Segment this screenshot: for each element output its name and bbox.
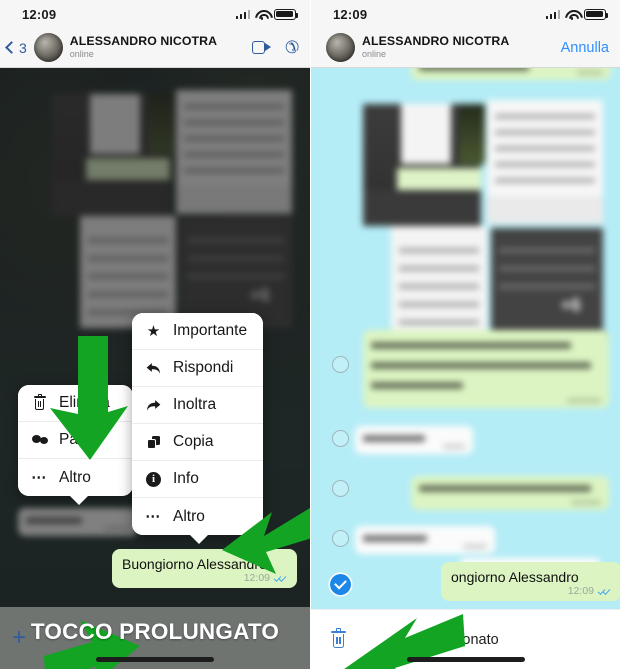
annotation-arrow-left-altro <box>216 498 310 580</box>
selected-check-icon[interactable] <box>330 574 351 595</box>
menu-item-label: Importante <box>173 322 248 339</box>
battery-icon <box>274 8 299 20</box>
left-chat-body: +6 Elimina <box>0 68 310 669</box>
menu-item-label: Altro <box>59 468 91 486</box>
left-status-icons <box>235 8 299 20</box>
menu-item-label: Inoltra <box>173 396 217 413</box>
menu-item-label: Info <box>173 470 199 487</box>
battery-icon <box>584 8 609 20</box>
right-chat-body: +6 ongiorno Alessandro 12:09 <box>311 68 620 669</box>
wifi-icon <box>565 9 579 20</box>
message-select-circle[interactable] <box>332 356 349 373</box>
contact-status: online <box>69 49 94 60</box>
right-phone-panel: 12:09 ALESSANDRO NICOTRA online Annulla <box>310 0 620 669</box>
menu-item-copia[interactable]: Copia <box>132 424 263 461</box>
right-blurred-message <box>411 476 609 510</box>
star-icon: ★ <box>146 322 161 340</box>
double-check-read-icon <box>597 586 613 596</box>
home-indicator <box>96 657 214 662</box>
left-header-actions: ✆ <box>251 38 299 57</box>
cancel-selection-button[interactable]: Annulla <box>561 40 609 56</box>
copy-icon <box>144 435 163 449</box>
right-status-bar: 12:09 <box>311 0 620 28</box>
cellular-signal-icon <box>545 9 560 19</box>
message-meta: 12:09 <box>568 585 613 597</box>
unread-count-badge: 3 <box>19 39 27 56</box>
menu-item-label: Altro <box>173 507 205 525</box>
menu-item-inoltra[interactable]: Inoltra <box>132 387 263 424</box>
right-blurred-media-collage: +6 <box>363 86 609 341</box>
video-call-icon[interactable] <box>251 41 271 54</box>
right-contact-info[interactable]: ALESSANDRO NICOTRA online <box>362 35 554 59</box>
selected-message-bubble[interactable]: ongiorno Alessandro 12:09 <box>441 562 620 601</box>
ellipsis-icon: ⋯ <box>31 469 48 486</box>
instruction-caption: TOCCO PROLUNGATO <box>30 619 280 644</box>
right-blurred-message <box>355 426 473 454</box>
contact-avatar[interactable] <box>33 33 63 62</box>
contact-avatar[interactable] <box>326 33 355 62</box>
menu-item-info[interactable]: i Info <box>132 461 263 498</box>
home-indicator <box>406 657 525 662</box>
voice-call-icon[interactable]: ✆ <box>285 38 299 57</box>
wifi-icon <box>255 9 269 20</box>
contact-status: online <box>362 49 387 60</box>
cellular-signal-icon <box>235 9 250 19</box>
ellipsis-icon: ⋯ <box>145 508 162 525</box>
message-select-circle[interactable] <box>332 530 349 547</box>
message-select-circle[interactable] <box>332 430 349 447</box>
message-text: ongiorno Alessandro <box>451 569 579 585</box>
right-blurred-message <box>363 330 609 408</box>
contact-name: ALESSANDRO NICOTRA <box>69 34 218 49</box>
left-status-clock: 12:09 <box>22 6 57 22</box>
message-time: 12:09 <box>567 585 594 597</box>
menu-item-label: Copia <box>173 433 214 450</box>
back-button[interactable]: 3 <box>5 39 27 56</box>
menu-item-importante[interactable]: ★ Importante <box>132 313 263 350</box>
comparison-screenshot: 12:09 3 ALESSANDRO NICOTRA online ✆ ⋯ Al… <box>0 0 620 669</box>
reply-arrow-icon <box>144 362 163 375</box>
right-blurred-message <box>355 526 495 554</box>
left-status-bar: 12:09 <box>0 0 310 28</box>
left-phone-panel: 12:09 3 ALESSANDRO NICOTRA online ✆ ⋯ Al… <box>0 0 310 669</box>
menu-item-rispondi[interactable]: Rispondi <box>132 350 263 387</box>
right-status-icons <box>545 8 609 20</box>
contact-name: ALESSANDRO NICOTRA <box>362 34 510 49</box>
right-chat-header: ALESSANDRO NICOTRA online Annulla <box>311 28 620 68</box>
menu-item-altro-small[interactable]: ⋯ Altro <box>18 459 133 496</box>
menu-tail <box>70 496 88 505</box>
right-status-clock: 12:09 <box>333 6 368 22</box>
menu-item-label: Rispondi <box>173 359 234 376</box>
annotation-arrow-down-elimina <box>44 336 130 461</box>
left-chat-header: 3 ALESSANDRO NICOTRA online ✆ <box>0 28 310 68</box>
forward-arrow-icon <box>144 399 163 412</box>
info-icon: i <box>144 471 163 487</box>
message-select-circle[interactable] <box>332 480 349 497</box>
back-chevron-icon <box>5 41 18 54</box>
right-blurred-message <box>411 68 611 80</box>
menu-tail <box>190 535 208 544</box>
left-contact-info[interactable]: ALESSANDRO NICOTRA online <box>70 35 245 59</box>
